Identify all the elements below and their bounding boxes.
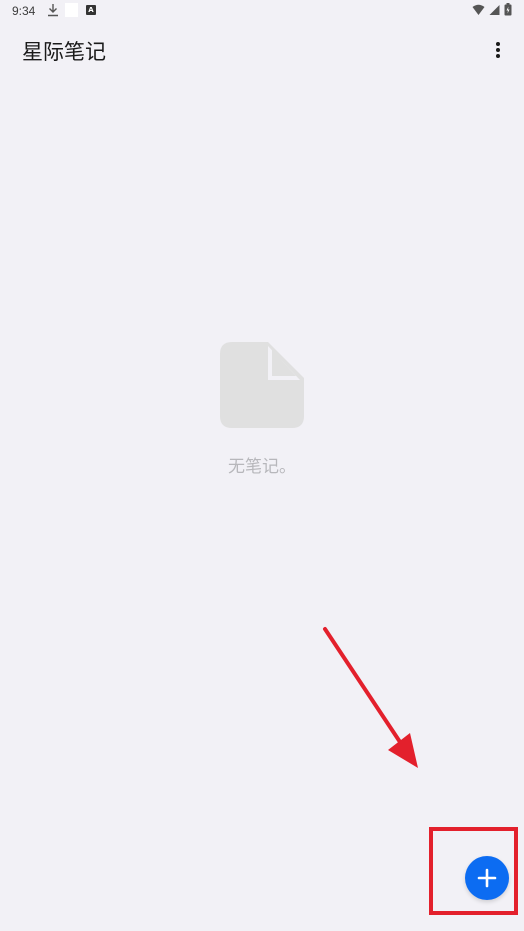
more-vert-icon[interactable] (486, 38, 510, 62)
empty-state: 无笔记。 (0, 342, 524, 477)
status-right-icons (472, 3, 512, 16)
menu-dot (496, 48, 500, 52)
app-notification-icon: A (86, 5, 96, 15)
status-bar: 9:34 A (0, 0, 524, 22)
battery-icon (504, 3, 512, 16)
status-time: 9:34 (12, 4, 36, 18)
plus-icon (477, 868, 497, 888)
document-icon (220, 342, 304, 428)
signal-icon (489, 4, 500, 15)
empty-message: 无笔记。 (228, 457, 296, 477)
add-note-button[interactable] (465, 856, 509, 900)
wifi-icon (472, 4, 485, 15)
menu-dot (496, 42, 500, 46)
notification-icon (65, 3, 78, 17)
page-title: 星际笔记 (22, 40, 106, 64)
app-bar: 星际笔记 (0, 22, 524, 78)
download-icon (48, 4, 58, 17)
menu-dot (496, 54, 500, 58)
